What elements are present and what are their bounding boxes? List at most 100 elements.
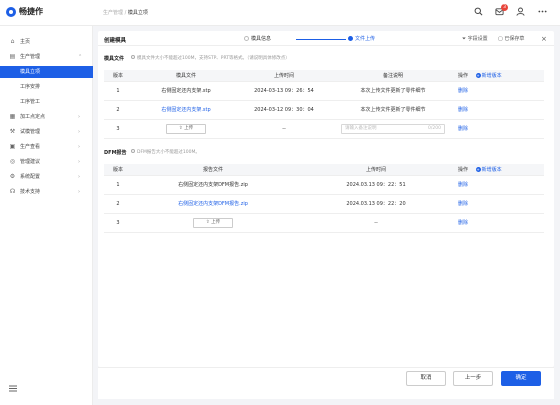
sidebar-item-label: 系统配置	[20, 174, 41, 180]
file-link[interactable]: 右侧固定还内支架.stp	[132, 81, 240, 101]
table-row: 3 ⇧ 上传 -- 删除	[104, 213, 544, 233]
filter-icon: ⏷	[462, 36, 467, 42]
create-mold-card: 创建模具 模具信息 文件上传 ⏷ 字段设置 ▢ 已保存草 × 模具文件 模具文件…	[98, 31, 554, 367]
sidebar-item-trial-mold[interactable]: ⚒ 试模管理 ›	[0, 126, 93, 138]
production-icon: ▤	[9, 53, 16, 60]
upload-time: 2024-03-13 09：26：54	[240, 81, 328, 101]
step-dot-icon	[348, 36, 353, 41]
step-mold-info[interactable]: 模具信息	[244, 36, 271, 43]
chevron-right-icon: ›	[78, 189, 80, 195]
note-cell: 本次上传文件更新了零件细节	[328, 100, 458, 120]
prev-step-button[interactable]: 上一步	[453, 371, 493, 386]
sidebar-item-label: 管理建议	[20, 159, 41, 165]
file-link[interactable]: 右侧固定还内支架.stp	[132, 100, 240, 120]
column-header: 上传时间	[294, 164, 458, 176]
column-header: 版本	[104, 70, 132, 82]
tool-icon: ⚒	[9, 128, 16, 135]
chevron-right-icon: ›	[78, 129, 80, 135]
mold-files-table: 版本 模具文件 上传时间 备注说明 操作 + 新增版本 1 右侧固定还内支架.st…	[104, 70, 544, 139]
delete-link[interactable]: 删除	[458, 81, 544, 101]
step-file-upload[interactable]: 文件上传	[348, 36, 375, 43]
upload-button[interactable]: ⇧ 上传	[193, 217, 233, 228]
upload-time: --	[240, 119, 328, 139]
top-bar: 畅捷作 生产管理 / 模具立项 3	[0, 0, 560, 26]
sidebar-item-production-view[interactable]: ▣ 生产查看 ›	[0, 141, 93, 153]
table-row: 2 右侧固定还内支架DFM报告.zip 2024.03.13 09：22：20 …	[104, 194, 544, 214]
delete-link[interactable]: 删除	[458, 119, 544, 139]
chevron-up-icon: ⌃	[78, 54, 83, 60]
sidebar-item-processing-point[interactable]: ▦ 加工点定点 ›	[0, 111, 93, 123]
breadcrumb: 生产管理 / 模具立项	[103, 10, 148, 16]
app-name: 畅捷作	[19, 7, 43, 16]
sidebar-item-production[interactable]: ▤ 生产管理 ⌃	[0, 51, 93, 63]
user-icon[interactable]	[515, 7, 526, 18]
cancel-button[interactable]: 取消	[406, 371, 446, 386]
delete-link[interactable]: 删除	[458, 100, 544, 120]
delete-link[interactable]: 删除	[458, 213, 544, 233]
char-count: 0/200	[428, 125, 441, 131]
sidebar: ⌂ 主页 ▤ 生产管理 ⌃ 模具立项 工序安排 工序管工 ▦ 加工点定点 › ⚒…	[0, 26, 93, 405]
column-header: 模具文件	[132, 70, 240, 82]
calendar-icon: ▦	[9, 113, 16, 120]
sidebar-item-system-config[interactable]: ⚙ 系统配置 ›	[0, 171, 93, 183]
add-version-button[interactable]: + 新增版本	[475, 72, 502, 79]
draft-icon: ▢	[498, 36, 503, 42]
upload-time: 2024.03.13 09：22：20	[294, 194, 458, 214]
sidebar-item-process-worker[interactable]: 工序管工	[0, 96, 93, 108]
plus-icon: +	[475, 72, 481, 78]
note-cell: 本次上传文件更新了零件细节	[328, 81, 458, 101]
menu-collapse-icon[interactable]	[9, 385, 17, 394]
version-cell: 3	[104, 213, 132, 233]
breadcrumb-separator: /	[124, 10, 127, 16]
breadcrumb-current: 模具立项	[127, 10, 148, 16]
settings-icon: ⚙	[9, 173, 16, 180]
table-row: 3 ⇧ 上传 -- 请输入备注说明 0/200 删除	[104, 119, 544, 139]
column-header: 备注说明	[328, 70, 458, 82]
sidebar-item-label: 加工点定点	[20, 114, 46, 120]
close-icon[interactable]: ×	[541, 36, 547, 43]
chevron-right-icon: ›	[78, 144, 80, 150]
field-settings-button[interactable]: ⏷ 字段设置	[462, 36, 488, 43]
delete-link[interactable]: 删除	[458, 194, 544, 214]
advice-icon: ◎	[9, 158, 16, 165]
step-dot-icon	[244, 36, 249, 41]
sidebar-item-label: 生产管理	[20, 54, 41, 60]
table-row: 1 右侧固定还内支架DFM报告.zip 2024.03.13 09：22：51 …	[104, 175, 544, 195]
sidebar-item-label: 模具立项	[20, 69, 41, 75]
sidebar-item-mold-project[interactable]: 模具立项	[0, 66, 93, 78]
breadcrumb-parent[interactable]: 生产管理	[103, 10, 123, 16]
version-cell: 3	[104, 119, 132, 139]
file-link[interactable]: 右侧固定还内支架DFM报告.zip	[132, 194, 294, 214]
search-icon[interactable]	[473, 7, 484, 18]
sidebar-item-process-schedule[interactable]: 工序安排	[0, 81, 93, 93]
sidebar-item-label: 主页	[20, 39, 31, 45]
file-link[interactable]: 右侧固定还内支架DFM报告.zip	[132, 175, 294, 195]
note-cell: 请输入备注说明 0/200	[328, 119, 458, 139]
upload-button[interactable]: ⇧ 上传	[166, 123, 206, 134]
app-logo-icon	[6, 7, 16, 17]
note-input[interactable]: 请输入备注说明 0/200	[341, 123, 445, 134]
add-version-button[interactable]: + 新增版本	[475, 166, 502, 173]
mold-files-title: 模具文件	[104, 56, 125, 62]
draft-saved-button[interactable]: ▢ 已保存草	[498, 36, 524, 43]
column-header: 报告文件	[132, 164, 294, 176]
column-header: 上传时间	[240, 70, 328, 82]
version-cell: 2	[104, 194, 132, 214]
dfm-table: 版本 报告文件 上传时间 操作 + 新增版本 1 右侧固定还内支架DFM报告.zi…	[104, 164, 544, 233]
table-header-row: 版本 模具文件 上传时间 备注说明 操作 + 新增版本	[104, 70, 544, 82]
notification-badge: 3	[501, 4, 508, 11]
sidebar-item-home[interactable]: ⌂ 主页	[0, 36, 93, 48]
sidebar-item-tech-support[interactable]: ☊ 技术支持 ›	[0, 186, 93, 198]
confirm-button[interactable]: 确定	[501, 371, 541, 386]
delete-link[interactable]: 删除	[458, 175, 544, 195]
sidebar-item-management-advice[interactable]: ◎ 管理建议 ›	[0, 156, 93, 168]
info-icon	[131, 149, 135, 153]
step-connector	[296, 39, 346, 40]
upload-icon: ⇧	[205, 219, 210, 225]
dfm-title: DFM报告	[104, 150, 127, 156]
version-cell: 1	[104, 175, 132, 195]
upload-time: 2024.03.13 09：22：51	[294, 175, 458, 195]
sidebar-item-label: 技术支持	[20, 189, 41, 195]
more-icon[interactable]	[537, 7, 548, 18]
version-cell: 1	[104, 81, 132, 101]
